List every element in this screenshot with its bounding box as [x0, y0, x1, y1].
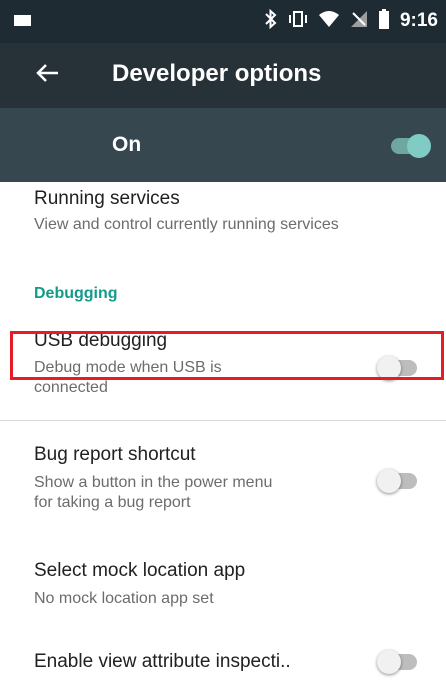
- item-subtitle-line2: for taking a bug report: [34, 494, 191, 511]
- item-title: Bug report shortcut: [34, 444, 196, 465]
- item-title: Enable view attribute inspecti..: [34, 651, 291, 672]
- wifi-icon: [318, 10, 340, 33]
- divider: [0, 420, 446, 421]
- list-item-mock-location-app[interactable]: Select mock location app No mock locatio…: [0, 550, 446, 615]
- page-title: Developer options: [112, 60, 322, 87]
- vibrate-icon: [288, 10, 308, 33]
- clock: 9:16: [399, 10, 438, 31]
- sim-card-icon: [14, 15, 31, 26]
- status-icons: 9:16: [264, 8, 438, 34]
- master-switch-toggle[interactable]: [391, 134, 431, 158]
- item-title: Running services: [34, 188, 180, 209]
- app-bar: Developer options: [0, 43, 446, 108]
- item-subtitle-line1: Show a button in the power menu: [34, 474, 273, 491]
- master-switch-bar[interactable]: On: [0, 108, 446, 182]
- bug-report-shortcut-toggle[interactable]: [377, 469, 417, 493]
- bluetooth-icon: [264, 8, 278, 34]
- toggle-thumb: [377, 469, 401, 493]
- item-subtitle: No mock location app set: [34, 590, 214, 607]
- master-switch-label: On: [112, 133, 142, 156]
- section-header-debugging: Debugging: [34, 285, 118, 302]
- list-item-view-attribute-inspection[interactable]: Enable view attribute inspecti..: [0, 640, 446, 683]
- toggle-thumb: [377, 650, 401, 674]
- arrow-back-icon[interactable]: [34, 59, 62, 87]
- no-signal-icon: [350, 10, 368, 33]
- item-title: Select mock location app: [34, 560, 246, 581]
- view-attribute-inspection-toggle[interactable]: [377, 650, 417, 674]
- toggle-thumb: [407, 134, 431, 158]
- list-item-bug-report-shortcut[interactable]: Bug report shortcut Show a button in the…: [0, 432, 446, 522]
- list-item-running-services[interactable]: Running services View and control curren…: [0, 182, 446, 252]
- item-subtitle: View and control currently running servi…: [34, 216, 339, 233]
- item-subtitle-line2: connected: [34, 379, 108, 396]
- status-bar: 9:16: [0, 0, 446, 43]
- highlight-box: [10, 331, 444, 380]
- battery-icon: [378, 8, 390, 34]
